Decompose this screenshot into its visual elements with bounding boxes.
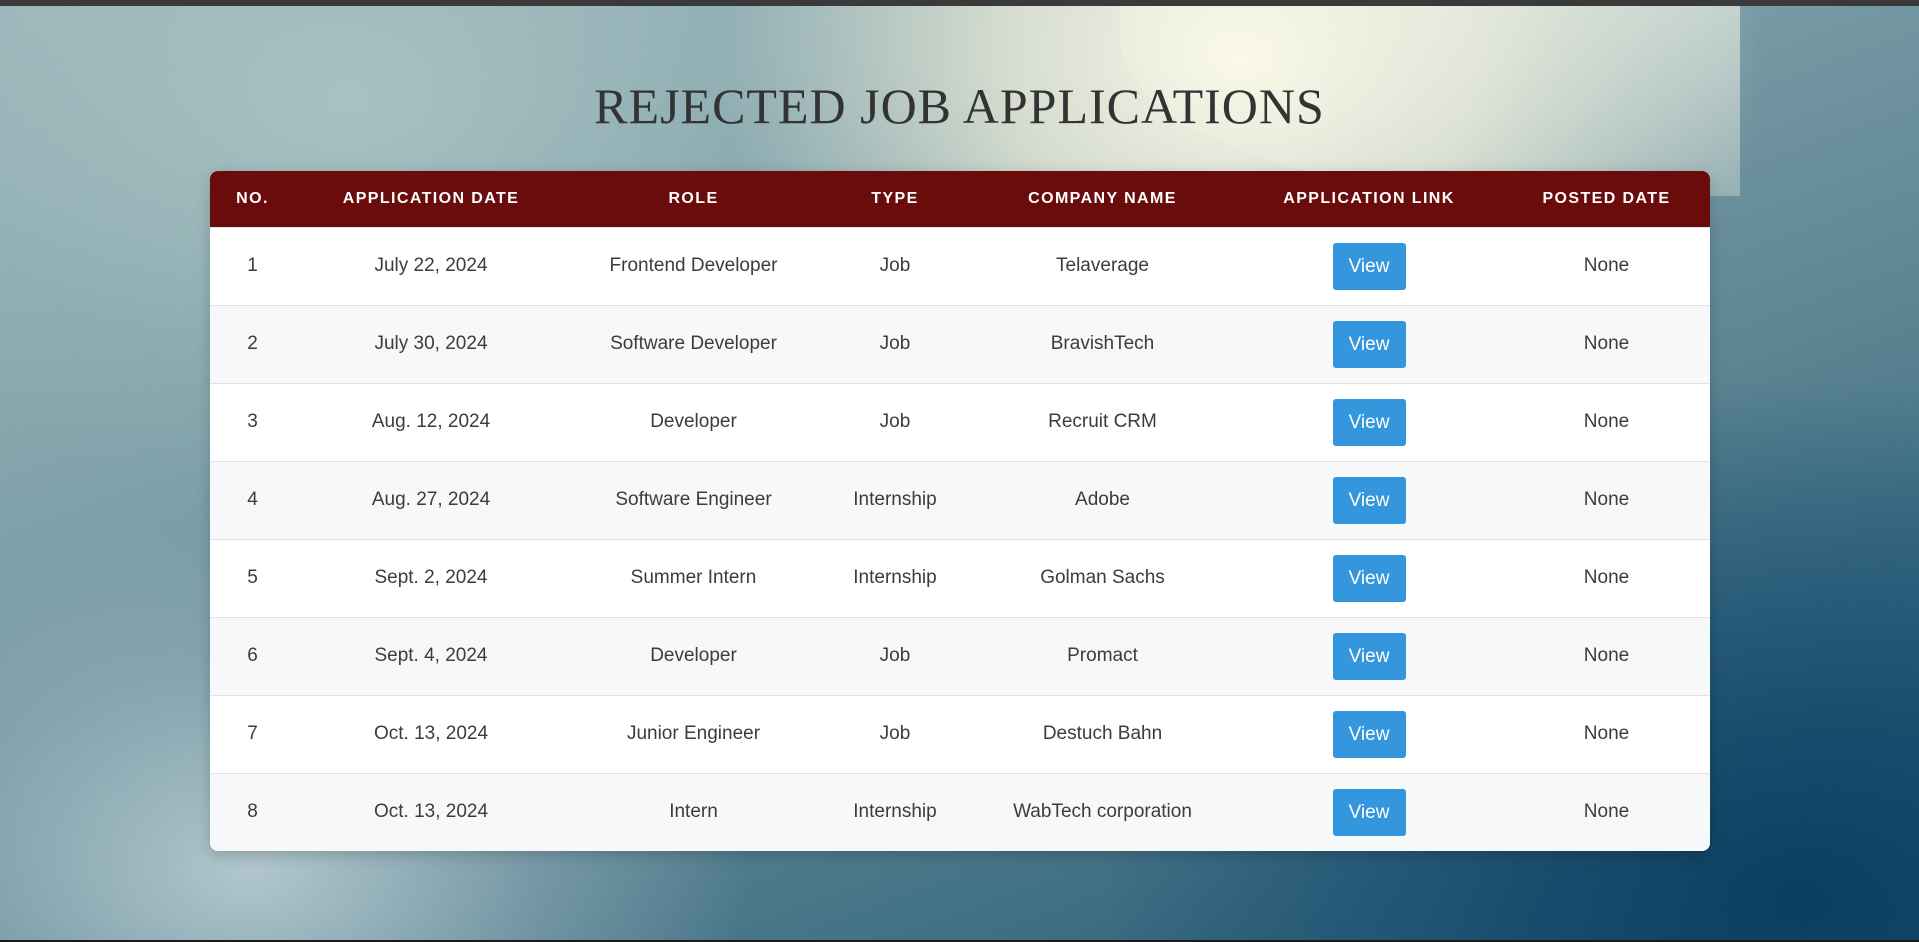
cell-no: 7 <box>247 723 258 744</box>
cell-application-date: Aug. 12, 2024 <box>371 411 491 432</box>
cell-no: 1 <box>247 255 258 276</box>
cell-company-name: Telaverage <box>1056 255 1149 276</box>
cell-role: Summer Intern <box>630 567 757 588</box>
header-role: ROLE <box>668 189 719 207</box>
cell-application-link: View <box>1235 305 1503 383</box>
cell-application-date: Sept. 2, 2024 <box>374 567 488 588</box>
table-row: 2 July 30, 2024 Software Developer Job B… <box>210 305 1710 383</box>
cell-posted-date: None <box>1583 723 1630 744</box>
cell-no: 6 <box>247 645 258 666</box>
view-button[interactable]: View <box>1332 476 1406 524</box>
header-application-date: APPLICATION DATE <box>342 189 520 207</box>
cell-company-name: Destuch Bahn <box>1042 723 1163 744</box>
cell-application-link: View <box>1235 461 1503 539</box>
header-posted-date: POSTED DATE <box>1542 189 1671 207</box>
applications-table-container: NO. APPLICATION DATE ROLE TYPE COMPANY N… <box>210 171 1710 851</box>
cell-no: 3 <box>247 411 258 432</box>
cell-posted-date: None <box>1583 333 1630 354</box>
cell-application-link: View <box>1235 773 1503 851</box>
cell-no: 5 <box>247 567 258 588</box>
cell-company-name: Golman Sachs <box>1040 567 1165 588</box>
cell-posted-date: None <box>1583 411 1630 432</box>
header-no: NO. <box>236 189 269 207</box>
view-button[interactable]: View <box>1332 710 1406 758</box>
cell-application-link: View <box>1235 539 1503 617</box>
cell-posted-date: None <box>1583 645 1630 666</box>
cell-company-name: Adobe <box>1075 489 1130 510</box>
table-row: 5 Sept. 2, 2024 Summer Intern Internship… <box>210 539 1710 617</box>
cell-posted-date: None <box>1583 567 1630 588</box>
cell-company-name: WabTech corporation <box>1013 801 1192 823</box>
table-row: 3 Aug. 12, 2024 Developer Job Recruit CR… <box>210 383 1710 461</box>
cell-type: Job <box>879 645 911 666</box>
cell-application-link: View <box>1235 695 1503 773</box>
cell-application-link: View <box>1235 617 1503 695</box>
table-row: 1 July 22, 2024 Frontend Developer Job T… <box>210 227 1710 305</box>
cell-company-name: Promact <box>1067 645 1138 666</box>
cell-type: Internship <box>853 567 937 588</box>
cell-type: Job <box>879 411 911 432</box>
cell-type: Job <box>879 723 911 744</box>
cell-posted-date: None <box>1583 489 1630 510</box>
cell-application-date: Oct. 13, 2024 <box>373 723 489 744</box>
cell-application-date: July 22, 2024 <box>374 255 488 276</box>
cell-application-date: July 30, 2024 <box>374 333 488 354</box>
cell-role: Developer <box>650 411 737 432</box>
cell-type: Internship <box>853 801 937 823</box>
cell-role: Software Developer <box>610 333 777 354</box>
cell-role: Developer <box>650 645 737 666</box>
view-button[interactable]: View <box>1332 632 1406 680</box>
cell-type: Job <box>879 333 911 354</box>
cell-type: Internship <box>853 489 937 510</box>
cell-role: Software Engineer <box>615 489 772 510</box>
cell-role: Intern <box>669 801 718 823</box>
cell-type: Job <box>879 255 911 276</box>
cell-company-name: BravishTech <box>1050 333 1155 354</box>
rejected-applications-table: NO. APPLICATION DATE ROLE TYPE COMPANY N… <box>210 171 1710 851</box>
view-button[interactable]: View <box>1332 320 1406 368</box>
page-title: REJECTED JOB APPLICATIONS <box>594 78 1325 134</box>
cell-role: Frontend Developer <box>609 255 778 276</box>
header-application-link: APPLICATION LINK <box>1283 189 1455 207</box>
cell-posted-date: None <box>1583 255 1630 276</box>
view-button[interactable]: View <box>1332 788 1406 836</box>
cell-role: Junior Engineer <box>626 723 761 744</box>
header-company-name: COMPANY NAME <box>1028 189 1177 207</box>
table-row: 8 Oct. 13, 2024 Intern Internship WabTec… <box>210 773 1710 851</box>
cell-application-link: View <box>1235 227 1503 305</box>
table-header-row: NO. APPLICATION DATE ROLE TYPE COMPANY N… <box>210 171 1710 227</box>
view-button[interactable]: View <box>1332 554 1406 602</box>
cell-application-link: View <box>1235 383 1503 461</box>
view-button[interactable]: View <box>1332 398 1406 446</box>
table-row: 4 Aug. 27, 2024 Software Engineer Intern… <box>210 461 1710 539</box>
cell-no: 8 <box>247 801 258 823</box>
cell-company-name: Recruit CRM <box>1048 411 1157 432</box>
header-type: TYPE <box>871 189 919 207</box>
table-row: 7 Oct. 13, 2024 Junior Engineer Job Dest… <box>210 695 1710 773</box>
cell-application-date: Oct. 13, 2024 <box>373 801 489 823</box>
cell-application-date: Aug. 27, 2024 <box>371 489 491 510</box>
table-row: 6 Sept. 4, 2024 Developer Job Promact Vi… <box>210 617 1710 695</box>
cell-posted-date: None <box>1583 801 1630 823</box>
view-button[interactable]: View <box>1332 242 1406 290</box>
cell-no: 4 <box>247 489 258 510</box>
cell-application-date: Sept. 4, 2024 <box>374 645 488 666</box>
cell-no: 2 <box>247 333 258 354</box>
